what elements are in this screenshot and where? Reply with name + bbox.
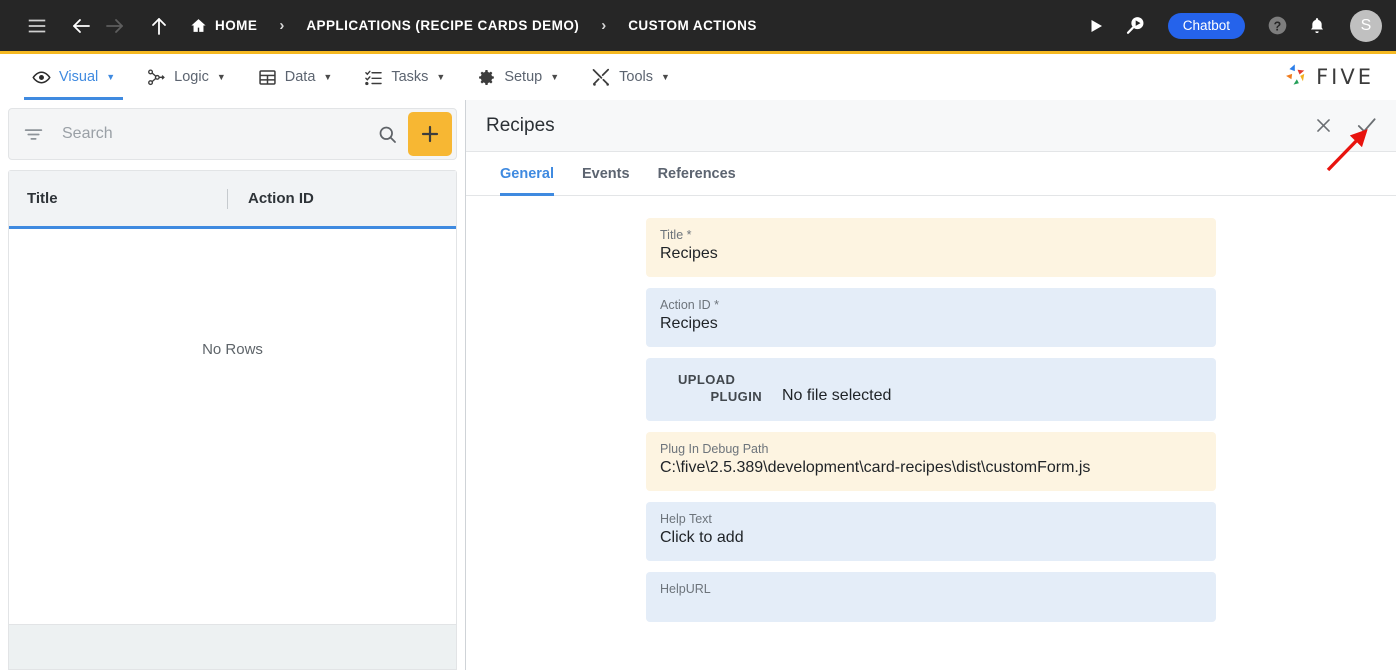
chevron-down-icon-data: ▼	[323, 72, 332, 82]
field-label-action-id: Action ID *	[660, 298, 1202, 312]
filter-icon[interactable]	[23, 124, 44, 145]
tab-events[interactable]: Events	[568, 152, 644, 195]
notification-bell-icon[interactable]	[1300, 9, 1334, 43]
upload-label-row-2: PLUGIN No file selected	[678, 387, 1202, 405]
column-divider	[227, 189, 228, 209]
upload-file-value: No file selected	[762, 387, 891, 405]
breadcrumb-label-applications: APPLICATIONS (RECIPE CARDS DEMO)	[306, 18, 579, 33]
field-label-help-text: Help Text	[660, 512, 1202, 526]
top-navigation-bar: HOME › APPLICATIONS (RECIPE CARDS DEMO) …	[0, 0, 1396, 54]
menu-item-logic[interactable]: Logic ▼	[131, 54, 242, 100]
grid-footer-bar	[8, 625, 457, 670]
five-wordmark: FIVE	[1316, 65, 1374, 89]
topbar-actions: Chatbot ? S	[1079, 9, 1382, 43]
eye-icon	[32, 68, 51, 87]
field-value-action-id: Recipes	[660, 315, 1202, 335]
gear-icon	[477, 68, 496, 87]
main-menu-bar: Visual ▼ Logic ▼ Data ▼	[0, 54, 1396, 100]
empty-state-message: No Rows	[202, 341, 263, 624]
chevron-down-icon: ▼	[106, 72, 115, 82]
tab-references[interactable]: References	[644, 152, 750, 195]
confirm-check-button[interactable]	[1355, 114, 1378, 137]
search-bar	[8, 108, 457, 160]
breadcrumb-separator: ›	[279, 18, 284, 33]
menu-label-data: Data	[285, 69, 316, 85]
field-upload-plugin[interactable]: UPLOAD PLUGIN No file selected	[646, 358, 1216, 421]
general-form: Title * Recipes Action ID * Recipes UPLO…	[466, 196, 1396, 670]
breadcrumb: HOME › APPLICATIONS (RECIPE CARDS DEMO) …	[190, 17, 757, 34]
field-value-help-url	[660, 599, 1202, 619]
column-header-title[interactable]: Title	[27, 190, 227, 207]
breadcrumb-separator-2: ›	[601, 18, 606, 33]
home-icon	[190, 17, 207, 34]
upload-label-line2: PLUGIN	[678, 389, 762, 404]
field-help-text[interactable]: Help Text Click to add	[646, 502, 1216, 561]
breadcrumb-item-home[interactable]: HOME	[190, 17, 257, 34]
field-title[interactable]: Title * Recipes	[646, 218, 1216, 277]
menu-item-tools[interactable]: Tools ▼	[575, 54, 686, 100]
detail-tabs: General Events References	[466, 152, 1396, 196]
menu-label-visual: Visual	[59, 69, 98, 85]
field-help-url[interactable]: HelpURL	[646, 572, 1216, 622]
detail-panel-actions	[1314, 114, 1378, 137]
menu-label-setup: Setup	[504, 69, 542, 85]
tools-icon	[591, 67, 611, 87]
svg-text:?: ?	[1273, 19, 1281, 33]
chevron-down-icon-tasks: ▼	[436, 72, 445, 82]
detail-panel: Recipes General Events References	[466, 100, 1396, 670]
records-grid: Title Action ID No Rows	[8, 170, 457, 625]
table-grid-icon	[258, 68, 277, 87]
left-list-panel: Title Action ID No Rows	[0, 100, 466, 670]
user-avatar[interactable]: S	[1350, 10, 1382, 42]
breadcrumb-label-home: HOME	[215, 18, 257, 33]
menu-item-visual[interactable]: Visual ▼	[16, 54, 131, 100]
field-label-title: Title *	[660, 228, 1202, 242]
column-header-action-id[interactable]: Action ID	[248, 190, 314, 207]
upload-label-row-1: UPLOAD	[678, 372, 1202, 387]
field-label-help-url: HelpURL	[660, 582, 1202, 596]
chevron-down-icon-setup: ▼	[550, 72, 559, 82]
field-plugin-debug-path[interactable]: Plug In Debug Path C:\five\2.5.389\devel…	[646, 432, 1216, 491]
grid-header-row: Title Action ID	[9, 171, 456, 229]
page-title: Recipes	[486, 115, 555, 137]
close-icon[interactable]	[1314, 116, 1333, 135]
menu-item-tasks[interactable]: Tasks ▼	[348, 54, 461, 100]
field-label-plugin-debug-path: Plug In Debug Path	[660, 442, 1202, 456]
menu-label-tools: Tools	[619, 69, 653, 85]
content-area: Title Action ID No Rows Recipes	[0, 100, 1396, 670]
breadcrumb-item-applications[interactable]: APPLICATIONS (RECIPE CARDS DEMO)	[306, 18, 579, 33]
breadcrumb-label-custom-actions: CUSTOM ACTIONS	[628, 18, 757, 33]
checklist-icon	[364, 68, 383, 87]
help-question-icon[interactable]: ?	[1260, 9, 1294, 43]
field-value-help-text: Click to add	[660, 529, 1202, 549]
menu-label-tasks: Tasks	[391, 69, 428, 85]
menu-label-logic: Logic	[174, 69, 209, 85]
search-icon[interactable]	[367, 124, 408, 145]
field-action-id[interactable]: Action ID * Recipes	[646, 288, 1216, 347]
chatbot-button[interactable]: Chatbot	[1168, 13, 1245, 39]
up-arrow-icon[interactable]	[142, 9, 176, 43]
add-record-button[interactable]	[408, 112, 452, 156]
play-icon[interactable]	[1079, 9, 1113, 43]
logic-nodes-icon	[147, 68, 166, 87]
chevron-down-icon-tools: ▼	[661, 72, 670, 82]
search-chat-icon[interactable]	[1119, 9, 1153, 43]
five-brand-logo: FIVE	[1282, 54, 1396, 100]
upload-label-line1: UPLOAD	[678, 372, 762, 387]
grid-body: No Rows	[9, 229, 456, 624]
forward-arrow-icon[interactable]	[98, 9, 132, 43]
hamburger-menu-icon[interactable]	[20, 9, 54, 43]
five-pinwheel-icon	[1282, 61, 1309, 93]
breadcrumb-item-custom-actions[interactable]: CUSTOM ACTIONS	[628, 18, 757, 33]
detail-panel-header: Recipes	[466, 100, 1396, 152]
tab-general[interactable]: General	[486, 152, 568, 195]
field-value-plugin-debug-path: C:\five\2.5.389\development\card-recipes…	[660, 459, 1202, 479]
back-arrow-icon[interactable]	[64, 9, 98, 43]
menu-item-data[interactable]: Data ▼	[242, 54, 349, 100]
search-input[interactable]	[44, 125, 367, 143]
field-value-title: Recipes	[660, 245, 1202, 265]
chevron-down-icon-logic: ▼	[217, 72, 226, 82]
menu-item-setup[interactable]: Setup ▼	[461, 54, 575, 100]
